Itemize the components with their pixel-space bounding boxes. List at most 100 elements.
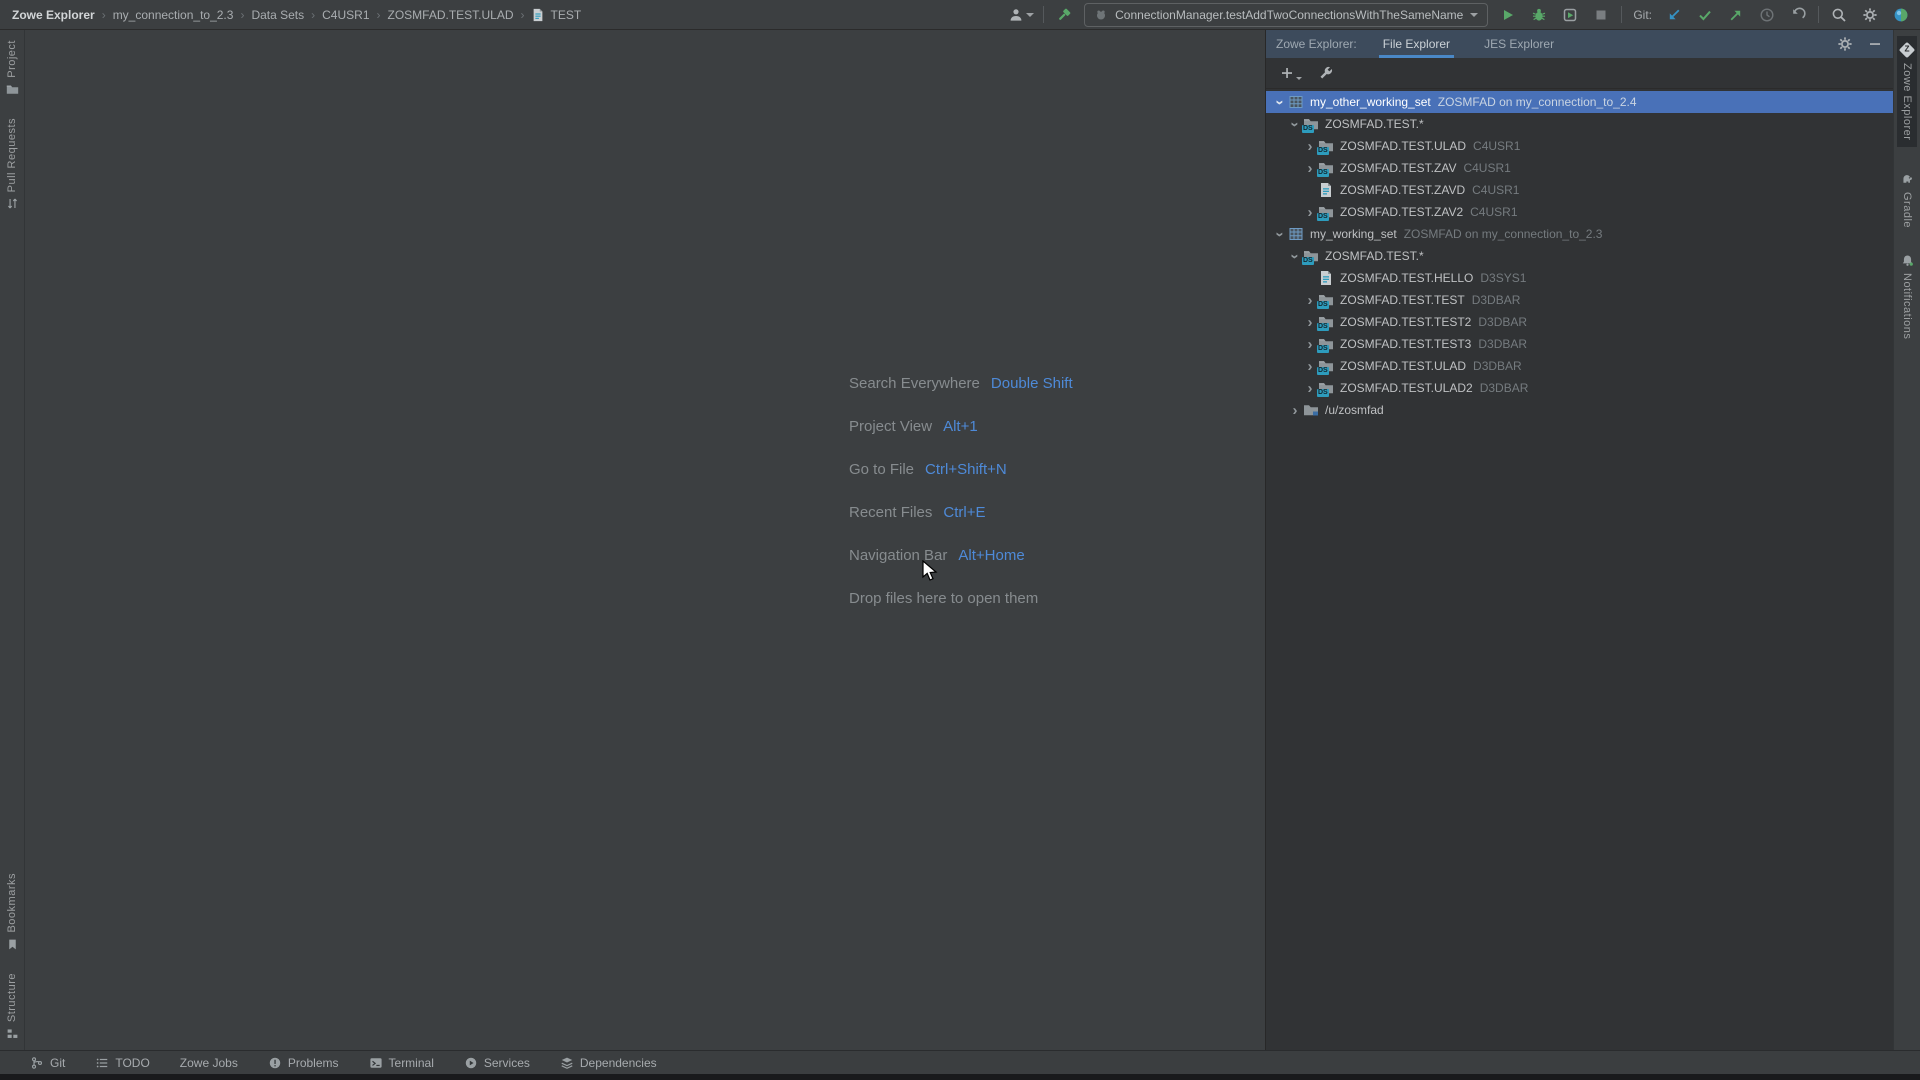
tree-row-sequential-dataset[interactable]: › ZOSMFAD.TEST.HELLO D3SYS1 xyxy=(1266,267,1893,289)
history-button[interactable] xyxy=(1756,4,1778,26)
git-label: Git: xyxy=(1633,8,1652,22)
chevron-collapsed-icon[interactable]: › xyxy=(1302,205,1318,220)
dataset-folder-icon: DS xyxy=(1318,336,1335,352)
git-update-button[interactable] xyxy=(1663,4,1685,26)
dataset-folder-icon: DS xyxy=(1303,116,1320,132)
tree-item-detail: D3DBAR xyxy=(1478,315,1527,329)
tree-row-dataset[interactable]: › DS ZOSMFAD.TEST.TEST3 D3DBAR xyxy=(1266,333,1893,355)
tool-window-zowe-jobs[interactable]: Zowe Jobs xyxy=(180,1056,238,1070)
panel-toolbar xyxy=(1266,58,1893,89)
breadcrumb-c4usr1[interactable]: C4USR1 xyxy=(322,8,369,22)
run-button[interactable] xyxy=(1497,4,1519,26)
navigation-bar: Zowe Explorer › my_connection_to_2.3 › D… xyxy=(0,0,1920,30)
debug-button[interactable] xyxy=(1528,4,1550,26)
stop-button[interactable] xyxy=(1590,4,1612,26)
breadcrumb-connection[interactable]: my_connection_to_2.3 xyxy=(113,8,234,22)
tree-row-dataset[interactable]: › DS ZOSMFAD.TEST.ZAV C4USR1 xyxy=(1266,157,1893,179)
working-set-icon xyxy=(1288,94,1305,110)
tree-row-dataset[interactable]: › DS ZOSMFAD.TEST.TEST2 D3DBAR xyxy=(1266,311,1893,333)
breadcrumb-separator: › xyxy=(377,8,381,22)
chevron-collapsed-icon[interactable]: › xyxy=(1287,403,1303,418)
git-push-button[interactable] xyxy=(1725,4,1747,26)
chevron-collapsed-icon[interactable]: › xyxy=(1302,337,1318,352)
breadcrumb-zowe-explorer[interactable]: Zowe Explorer xyxy=(12,8,95,22)
tree-row-dataset-mask[interactable]: › DS ZOSMFAD.TEST.* xyxy=(1266,113,1893,135)
tool-window-dependencies-label: Dependencies xyxy=(580,1056,657,1070)
chevron-collapsed-icon[interactable]: › xyxy=(1302,381,1318,396)
search-everywhere-button[interactable] xyxy=(1828,4,1850,26)
tree-row-dataset[interactable]: › DS ZOSMFAD.TEST.TEST D3DBAR xyxy=(1266,289,1893,311)
breadcrumb-separator: › xyxy=(102,8,106,22)
tool-window-problems[interactable]: Problems xyxy=(268,1056,339,1070)
tool-window-terminal[interactable]: Terminal xyxy=(369,1056,434,1070)
shortcut-keys: Alt+1 xyxy=(943,418,978,435)
services-icon xyxy=(464,1056,478,1070)
tab-jes-explorer[interactable]: JES Explorer xyxy=(1480,30,1558,58)
chevron-expanded-icon[interactable]: › xyxy=(1273,94,1288,110)
tree-row-dataset[interactable]: › DS ZOSMFAD.TEST.ZAV2 C4USR1 xyxy=(1266,201,1893,223)
breadcrumb-data-sets[interactable]: Data Sets xyxy=(251,8,304,22)
file-explorer-tree: › my_other_working_set ZOSMFAD on my_con… xyxy=(1266,89,1893,1050)
tool-stripe-structure-label: Structure xyxy=(6,973,18,1022)
tool-window-dependencies[interactable]: Dependencies xyxy=(560,1056,657,1070)
chevron-collapsed-icon[interactable]: › xyxy=(1302,293,1318,308)
edit-working-set-button[interactable] xyxy=(1318,65,1334,81)
tool-stripe-pull-requests[interactable]: Pull Requests xyxy=(6,118,19,210)
tool-window-todo[interactable]: TODO xyxy=(95,1056,149,1070)
tree-item-detail: D3DBAR xyxy=(1472,293,1521,307)
chevron-collapsed-icon[interactable]: › xyxy=(1302,315,1318,330)
tree-row-dataset[interactable]: › DS ZOSMFAD.TEST.ULAD D3DBAR xyxy=(1266,355,1893,377)
tool-stripe-pull-requests-label: Pull Requests xyxy=(6,118,18,192)
tool-stripe-notifications[interactable]: Notifications xyxy=(1901,254,1914,339)
ide-window: Zowe Explorer › my_connection_to_2.3 › D… xyxy=(0,0,1920,1080)
editor-area xyxy=(25,30,1265,1050)
chevron-expanded-icon[interactable]: › xyxy=(1288,248,1303,264)
tree-item-label: ZOSMFAD.TEST.ZAVD xyxy=(1340,183,1465,197)
tree-row-working-set[interactable]: › my_working_set ZOSMFAD on my_connectio… xyxy=(1266,223,1893,245)
chevron-collapsed-icon[interactable]: › xyxy=(1302,139,1318,154)
breadcrumb-dataset[interactable]: ZOSMFAD.TEST.ULAD xyxy=(388,8,514,22)
tool-window-git[interactable]: Git xyxy=(30,1056,65,1070)
shortcut-line: Recent Files Ctrl+E xyxy=(849,491,1073,534)
run-with-coverage-button[interactable] xyxy=(1559,4,1581,26)
code-with-me-users-button[interactable] xyxy=(1008,4,1034,26)
chevron-collapsed-icon[interactable]: › xyxy=(1302,161,1318,176)
chevron-collapsed-icon[interactable]: › xyxy=(1302,359,1318,374)
shortcut-line: Project View Alt+1 xyxy=(849,405,1073,448)
tree-item-detail: D3DBAR xyxy=(1478,337,1527,351)
pull-request-icon xyxy=(6,197,19,210)
tree-item-label: ZOSMFAD.TEST.TEST3 xyxy=(1340,337,1471,351)
tool-stripe-zowe-explorer[interactable]: Z Zowe Explorer xyxy=(1897,36,1917,147)
tool-stripe-structure[interactable]: Structure xyxy=(6,973,19,1040)
tree-row-dataset[interactable]: › DS ZOSMFAD.TEST.ULAD C4USR1 xyxy=(1266,135,1893,157)
tool-window-services[interactable]: Services xyxy=(464,1056,530,1070)
tree-row-working-set[interactable]: › my_other_working_set ZOSMFAD on my_con… xyxy=(1266,91,1893,113)
breadcrumb-separator: › xyxy=(311,8,315,22)
settings-button[interactable] xyxy=(1859,4,1881,26)
tool-stripe-gradle-label: Gradle xyxy=(1901,192,1913,228)
working-set-icon xyxy=(1288,226,1305,242)
tree-row-uss-path[interactable]: › /u/zosmfad xyxy=(1266,399,1893,421)
tool-stripe-project[interactable]: Project xyxy=(6,40,19,96)
rollback-button[interactable] xyxy=(1787,4,1809,26)
tree-item-detail: C4USR1 xyxy=(1470,205,1517,219)
chevron-expanded-icon[interactable]: › xyxy=(1288,116,1303,132)
git-commit-button[interactable] xyxy=(1694,4,1716,26)
build-project-button[interactable] xyxy=(1053,4,1075,26)
tool-stripe-bookmarks[interactable]: Bookmarks xyxy=(6,873,19,951)
tree-item-label: ZOSMFAD.TEST.ULAD xyxy=(1340,359,1466,373)
tree-row-dataset[interactable]: › DS ZOSMFAD.TEST.ULAD2 D3DBAR xyxy=(1266,377,1893,399)
tab-file-explorer[interactable]: File Explorer xyxy=(1379,30,1454,58)
add-working-set-button[interactable] xyxy=(1279,65,1302,81)
tool-stripe-gradle[interactable]: Gradle xyxy=(1901,173,1914,228)
tree-row-sequential-dataset[interactable]: › ZOSMFAD.TEST.ZAVD C4USR1 xyxy=(1266,179,1893,201)
ide-status-icon[interactable] xyxy=(1890,4,1912,26)
run-configuration-select[interactable]: ConnectionManager.testAddTwoConnectionsW… xyxy=(1084,3,1488,27)
tool-stripe-zowe-explorer-label: Zowe Explorer xyxy=(1901,63,1913,140)
panel-minimize-button[interactable] xyxy=(1867,36,1883,52)
todo-list-icon xyxy=(95,1056,109,1070)
panel-settings-button[interactable] xyxy=(1837,36,1853,52)
chevron-expanded-icon[interactable]: › xyxy=(1273,226,1288,242)
tree-row-dataset-mask[interactable]: › DS ZOSMFAD.TEST.* xyxy=(1266,245,1893,267)
breadcrumb-member-test[interactable]: TEST xyxy=(551,8,582,22)
